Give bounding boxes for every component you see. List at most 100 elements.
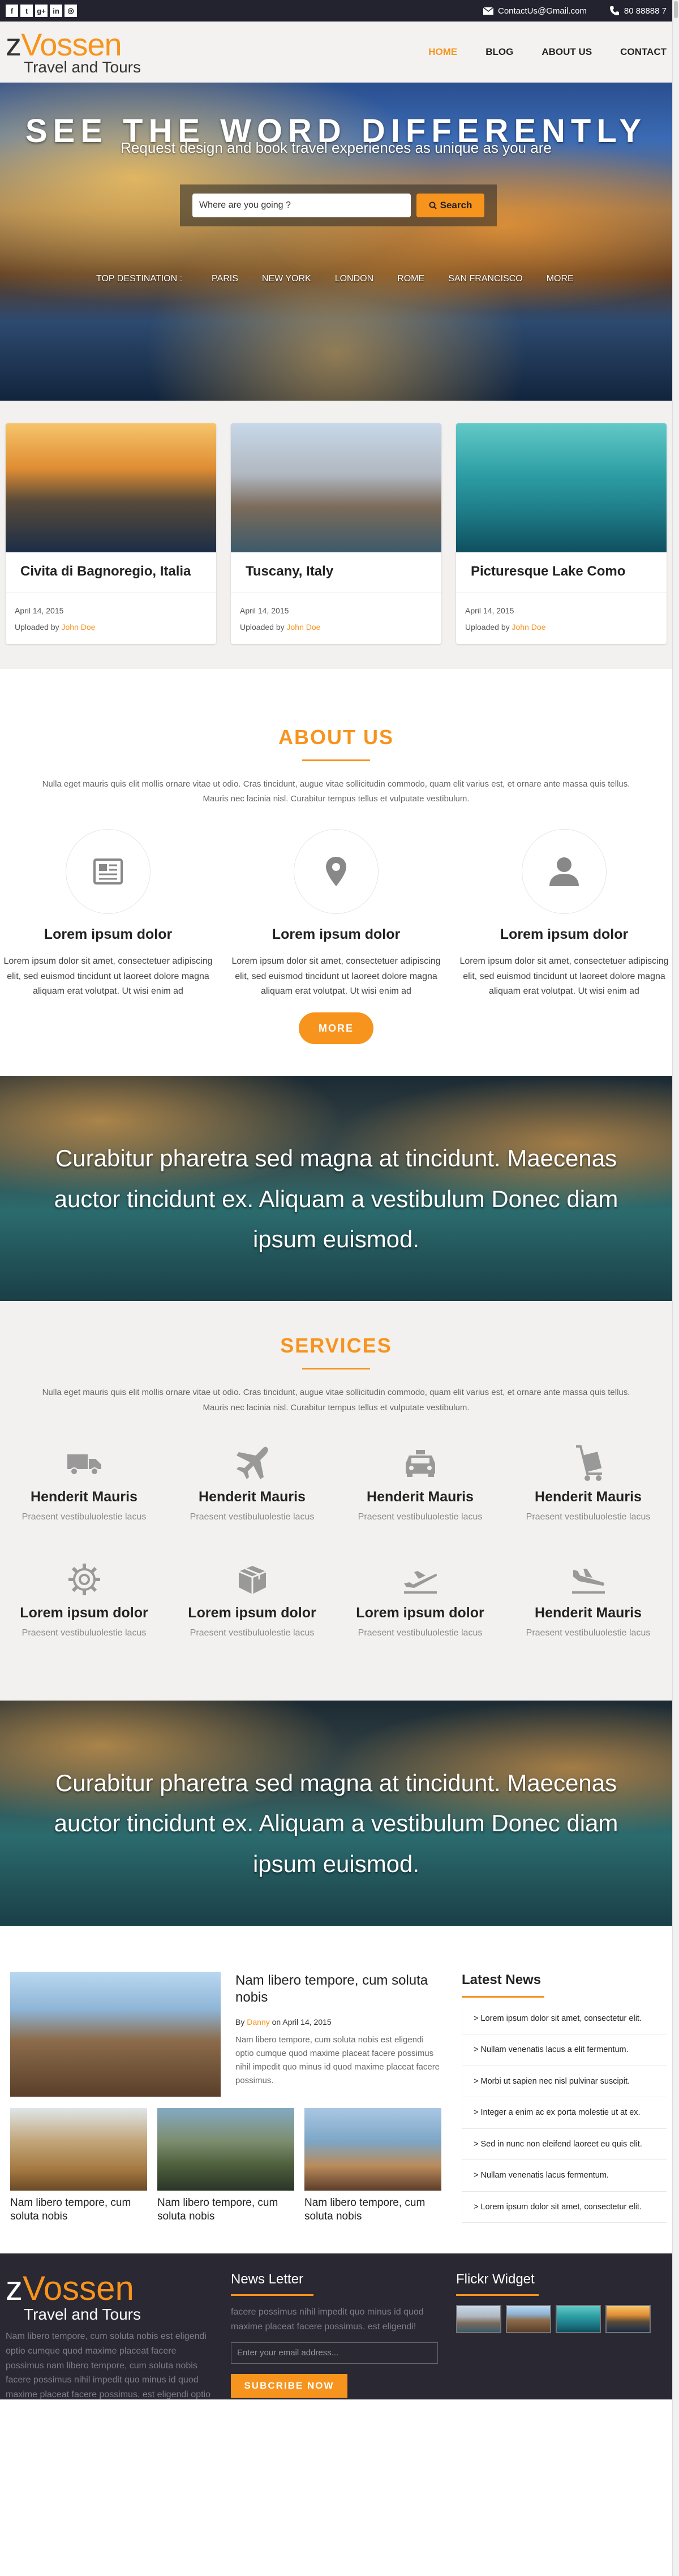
top-bar: f t g+ in ◎ ContactUs@Gmail.com 80 88888… <box>0 0 672 22</box>
footer: zVossen Travel and Tours Nam libero temp… <box>0 2253 672 2400</box>
flickr-widget: Flickr Widget <box>456 2272 667 2388</box>
card-title[interactable]: Tuscany, Italy <box>231 552 441 593</box>
feature-item: Lorem ipsum dolor Lorem ipsum dolor sit … <box>231 829 441 999</box>
post-thumbnail[interactable]: Nam libero tempore, cum soluta nobis <box>157 2107 294 2223</box>
feature-text: Lorem ipsum dolor sit amet, consectetuer… <box>231 956 441 997</box>
main-nav: zVossen Travel and Tours HOME BLOG ABOUT… <box>0 22 672 83</box>
phone-item[interactable]: 80 88888 7 <box>609 6 667 16</box>
quote-text: Curabitur pharetra sed magna at tincidun… <box>54 1769 618 1877</box>
featured-post-body: Nam libero tempore, cum soluta nobis est… <box>235 2034 440 2085</box>
menu-contact[interactable]: CONTACT <box>620 46 667 58</box>
post-thumbnail-image[interactable] <box>10 2107 147 2191</box>
featured-post[interactable]: Nam libero tempore, cum soluta nobis By … <box>10 1972 441 2097</box>
search-button[interactable]: Search <box>416 194 484 217</box>
featured-post-title[interactable]: Nam libero tempore, cum soluta nobis <box>235 1972 441 2006</box>
feature-item: Lorem ipsum dolor Lorem ipsum dolor sit … <box>3 829 213 999</box>
flickr-photos <box>456 2305 667 2334</box>
post-thumbnail-title[interactable]: Nam libero tempore, cum soluta nobis <box>304 2196 441 2223</box>
flickr-photo[interactable] <box>556 2305 601 2334</box>
feature-item: Lorem ipsum dolor Lorem ipsum dolor sit … <box>459 829 669 999</box>
post-thumbnail-image[interactable] <box>157 2107 294 2191</box>
latest-news-item[interactable]: > Morbi ut sapien nec nisl pulvinar susc… <box>462 2066 667 2098</box>
footer-tagline: Travel and Tours <box>24 2305 141 2324</box>
instagram-icon[interactable]: ◎ <box>65 5 77 17</box>
news-section: Nam libero tempore, cum soluta nobis By … <box>0 1925 672 2254</box>
linkedin-icon[interactable]: in <box>50 5 62 17</box>
destination-link[interactable]: MORE <box>547 274 574 284</box>
newsletter-email-input[interactable]: Enter your email address... <box>231 2342 438 2364</box>
card-title[interactable]: Picturesque Lake Como <box>456 552 667 593</box>
menu-home[interactable]: HOME <box>428 46 457 58</box>
search-box: Where are you going ? Search <box>180 184 497 226</box>
subscribe-button[interactable]: SUBCRIBE NOW <box>231 2373 347 2398</box>
scrollbar[interactable] <box>672 0 679 2576</box>
service-title: Henderit Mauris <box>31 1488 137 1505</box>
card-image <box>231 423 441 552</box>
destination-card[interactable]: Civita di Bagnoregio, Italia April 14, 2… <box>6 423 216 644</box>
feature-circle <box>294 829 379 915</box>
twitter-icon[interactable]: t <box>20 5 33 17</box>
service-text: Praesent vestibuluolestie lacus <box>358 1512 483 1522</box>
about-title: ABOUT US <box>278 725 394 749</box>
card-uploaded-label: Uploaded by <box>465 622 510 632</box>
quote-banner: Curabitur pharetra sed magna at tincidun… <box>0 1076 672 1302</box>
envelope-icon <box>483 7 493 15</box>
services-title: SERVICES <box>280 1334 392 1358</box>
service-item: Henderit Mauris Praesent vestibuluolesti… <box>0 1444 168 1522</box>
post-thumbnail-title[interactable]: Nam libero tempore, cum soluta nobis <box>10 2196 147 2223</box>
service-title: Henderit Mauris <box>199 1488 306 1505</box>
latest-news-list: > Lorem ipsum dolor sit amet, consectetu… <box>462 2003 667 2223</box>
logo[interactable]: zVossen Travel and Tours <box>6 28 141 75</box>
latest-news-item[interactable]: > Nullam venenatis lacus fermentum. <box>462 2160 667 2192</box>
post-thumbnail-image[interactable] <box>304 2107 441 2191</box>
menu-blog[interactable]: BLOG <box>485 46 513 58</box>
latest-news-item[interactable]: > Lorem ipsum dolor sit amet, consectetu… <box>462 2192 667 2223</box>
plane-arrival-icon <box>571 1568 605 1594</box>
card-author[interactable]: John Doe <box>287 622 321 632</box>
destination-link[interactable]: ROME <box>397 274 424 284</box>
latest-news-item[interactable]: > Nullam venenatis lacus a elit fermentu… <box>462 2034 667 2066</box>
featured-post-meta: By Danny on April 14, 2015 <box>235 2017 441 2027</box>
destination-link[interactable]: LONDON <box>335 274 373 284</box>
card-uploaded-label: Uploaded by <box>240 622 285 632</box>
facebook-icon[interactable]: f <box>6 5 18 17</box>
card-image <box>456 423 667 552</box>
search-input[interactable]: Where are you going ? <box>192 194 411 217</box>
email-item[interactable]: ContactUs@Gmail.com <box>483 6 587 16</box>
post-thumbnail[interactable]: Nam libero tempore, cum soluta nobis <box>304 2107 441 2223</box>
latest-news-item[interactable]: > Sed in nunc non eleifend laoreet eu qu… <box>462 2129 667 2161</box>
more-button[interactable]: MORE <box>299 1012 373 1045</box>
hero-subtitle: Request design and book travel experienc… <box>121 139 552 156</box>
latest-news-item[interactable]: > Integer a enim ac ex porta molestie ut… <box>462 2097 667 2129</box>
post-thumbnail-title[interactable]: Nam libero tempore, cum soluta nobis <box>157 2196 294 2223</box>
services-section: SERVICES Nulla eget mauris quis elit mol… <box>0 1301 672 1701</box>
footer-logo[interactable]: zVossen <box>6 2272 216 2305</box>
flickr-photo[interactable] <box>605 2305 651 2334</box>
phone-icon <box>609 6 619 15</box>
service-title: Henderit Mauris <box>535 1488 642 1505</box>
google-plus-icon[interactable]: g+ <box>35 5 48 17</box>
footer-about: zVossen Travel and Tours Nam libero temp… <box>6 2272 216 2399</box>
latest-news-item[interactable]: > Lorem ipsum dolor sit amet, consectetu… <box>462 2003 667 2035</box>
destination-card[interactable]: Tuscany, Italy April 14, 2015 Uploaded b… <box>231 423 441 644</box>
card-title[interactable]: Civita di Bagnoregio, Italia <box>6 552 216 593</box>
card-author[interactable]: John Doe <box>512 622 546 632</box>
card-date: April 14, 2015 <box>15 606 64 615</box>
menu-about[interactable]: ABOUT US <box>542 46 592 58</box>
destination-link[interactable]: NEW YORK <box>262 274 311 284</box>
quote-text: Curabitur pharetra sed magna at tincidun… <box>54 1145 618 1253</box>
destination-link[interactable]: PARIS <box>212 274 238 284</box>
gear-icon <box>68 1563 100 1595</box>
featured-post-author[interactable]: Danny <box>247 2017 269 2027</box>
flickr-title: Flickr Widget <box>456 2272 535 2287</box>
card-author[interactable]: John Doe <box>62 622 96 632</box>
destination-card[interactable]: Picturesque Lake Como April 14, 2015 Upl… <box>456 423 667 644</box>
scrollbar-thumb[interactable] <box>674 1 678 18</box>
flickr-photo[interactable] <box>506 2305 551 2334</box>
featured-post-image[interactable] <box>10 1972 221 2097</box>
title-underline <box>231 2294 313 2296</box>
service-item: Lorem ipsum dolor Praesent vestibuluoles… <box>336 1560 504 1638</box>
flickr-photo[interactable] <box>456 2305 501 2334</box>
destination-link[interactable]: SAN FRANCISCO <box>448 274 523 284</box>
post-thumbnail[interactable]: Nam libero tempore, cum soluta nobis <box>10 2107 147 2223</box>
